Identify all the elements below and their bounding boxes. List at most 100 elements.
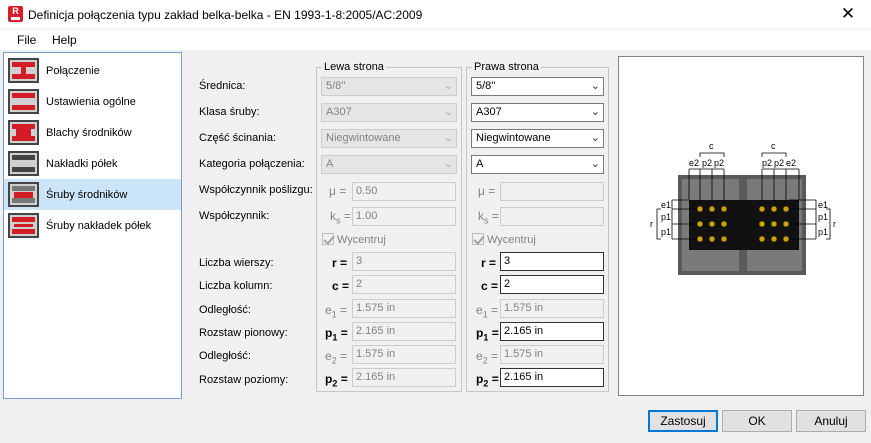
label-r-left: r (650, 219, 653, 229)
sidebar-item-label: Blachy środników (46, 127, 132, 139)
right-rows-input[interactable]: 3 (500, 252, 604, 271)
left-r-symbol: r = (332, 256, 348, 270)
connection-diagram: c c e2 p2 p2 p2 p2 e2 e1 p1 p1 r e1 p1 p… (650, 141, 836, 275)
bolt (758, 235, 766, 243)
left-c-symbol: c = (332, 279, 350, 293)
right-coefficient-input[interactable] (500, 207, 604, 226)
left-category-select[interactable]: A ⌄ (321, 155, 457, 174)
bolt (782, 205, 790, 213)
coefficient-label: Współczynnik: (199, 210, 270, 222)
left-p2-input[interactable]: 2.165 in (352, 368, 456, 387)
connection-preview: c c e2 p2 p2 p2 p2 e2 e1 p1 p1 r e1 p1 p… (618, 56, 864, 396)
bolt (708, 205, 716, 213)
menu-help[interactable]: Help (52, 33, 77, 47)
left-p2-symbol: p2 = (325, 372, 348, 389)
bolt (708, 220, 716, 228)
left-diameter-select[interactable]: 5/8'' ⌄ (321, 77, 457, 96)
sidebar-item-flange-plates[interactable]: Nakładki półek (4, 148, 181, 179)
right-e1-input[interactable]: 1.575 in (500, 299, 604, 318)
left-shear-part-select[interactable]: Niegwintowane ⌄ (321, 129, 457, 148)
right-p1-input[interactable]: 2.165 in (500, 322, 604, 341)
right-bolt-class-select[interactable]: A307 ⌄ (471, 103, 604, 122)
right-mu-symbol: μ = (478, 184, 496, 198)
left-p1-symbol: p1 = (325, 326, 348, 343)
cancel-button[interactable]: Anuluj (796, 410, 866, 432)
left-e1-symbol: e1 = (325, 303, 348, 320)
left-friction-input[interactable]: 0.50 (352, 182, 456, 201)
label-e1-left: e1 (661, 200, 671, 210)
friction-label: Współczynnik poślizgu: (199, 184, 313, 196)
right-friction-input[interactable] (500, 182, 604, 201)
sidebar-item-flange-bolts[interactable]: Śruby nakładek półek (4, 210, 181, 241)
label-p1-left-b: p1 (661, 227, 671, 237)
left-columns-input[interactable]: 2 (352, 275, 456, 294)
ok-button[interactable]: OK (722, 410, 792, 432)
right-shear-part-select[interactable]: Niegwintowane ⌄ (471, 129, 604, 148)
left-bolts (696, 205, 728, 243)
distance-e1-label: Odległość: (199, 304, 251, 316)
diameter-label: Średnica: (199, 80, 246, 92)
right-e1-symbol: e1 = (476, 303, 499, 320)
left-e2-input[interactable]: 1.575 in (352, 345, 456, 364)
connection-icon (8, 58, 39, 83)
close-icon[interactable]: ✕ (825, 0, 871, 30)
right-center-checkbox[interactable]: Wycentruj (472, 233, 536, 246)
right-bolts (758, 205, 790, 243)
left-coefficient-input[interactable]: 1.00 (352, 207, 456, 226)
columns-label: Liczba kolumn: (199, 280, 273, 292)
right-category-select[interactable]: A ⌄ (471, 155, 604, 174)
label-p2-right-a: p2 (762, 158, 772, 168)
sidebar-item-label: Ustawienia ogólne (46, 96, 136, 108)
label-e2-right: e2 (786, 158, 796, 168)
left-center-checkbox[interactable]: Wycentruj (322, 233, 386, 246)
category-label: Kategoria połączenia: (199, 158, 305, 170)
left-side-title: Lewa strona (322, 61, 386, 73)
bolt (758, 220, 766, 228)
title-bar: R Definicja połączenia typu zakład belka… (0, 0, 871, 30)
bolt (720, 220, 728, 228)
bolt (696, 235, 704, 243)
sidebar-item-web-bolts[interactable]: Śruby środników (4, 179, 181, 210)
label-e1-right: e1 (818, 200, 828, 210)
bolt (770, 235, 778, 243)
right-r-symbol: r = (481, 256, 497, 270)
distance-e2-label: Odległość: (199, 350, 251, 362)
web-plate (689, 200, 799, 250)
left-rows-input[interactable]: 3 (352, 252, 456, 271)
left-e1-input[interactable]: 1.575 in (352, 299, 456, 318)
sidebar-item-connection[interactable]: Połączenie (4, 55, 181, 86)
bolt (782, 235, 790, 243)
right-columns-input[interactable]: 2 (500, 275, 604, 294)
sidebar-item-label: Śruby środników (46, 189, 128, 201)
bolt-class-label: Klasa śruby: (199, 106, 260, 118)
web-plates-icon (8, 120, 39, 145)
left-p1-input[interactable]: 2.165 in (352, 322, 456, 341)
right-e2-input[interactable]: 1.575 in (500, 345, 604, 364)
bolt (720, 205, 728, 213)
sidebar: Połączenie Ustawienia ogólne Blachy środ… (3, 52, 182, 399)
right-e2-symbol: e2 = (476, 349, 499, 366)
bolt (708, 235, 716, 243)
menu-file[interactable]: File (17, 33, 36, 47)
sidebar-item-web-plates[interactable]: Blachy środników (4, 117, 181, 148)
label-p1-right-b: p1 (818, 227, 828, 237)
menu-bar: File Help (0, 30, 871, 50)
right-c-symbol: c = (481, 279, 499, 293)
label-c-right: c (771, 141, 776, 151)
right-p1-symbol: p1 = (476, 326, 499, 343)
apply-button[interactable]: Zastosuj (648, 410, 718, 432)
left-bolt-class-select[interactable]: A307 ⌄ (321, 103, 457, 122)
rows-label: Liczba wierszy: (199, 257, 274, 269)
shear-part-label: Część ścinania: (199, 132, 277, 144)
label-c-left: c (709, 141, 714, 151)
left-e2-symbol: e2 = (325, 349, 348, 366)
label-p2-right-b: p2 (774, 158, 784, 168)
sidebar-item-general-settings[interactable]: Ustawienia ogólne (4, 86, 181, 117)
label-e2-left: e2 (689, 158, 699, 168)
flange-bolts-icon (8, 213, 39, 238)
web-bolts-icon (8, 182, 39, 207)
right-diameter-select[interactable]: 5/8'' ⌄ (471, 77, 604, 96)
right-p2-input[interactable]: 2.165 in (500, 368, 604, 387)
sidebar-item-label: Nakładki półek (46, 158, 118, 170)
vertical-spacing-label: Rozstaw pionowy: (199, 327, 288, 339)
